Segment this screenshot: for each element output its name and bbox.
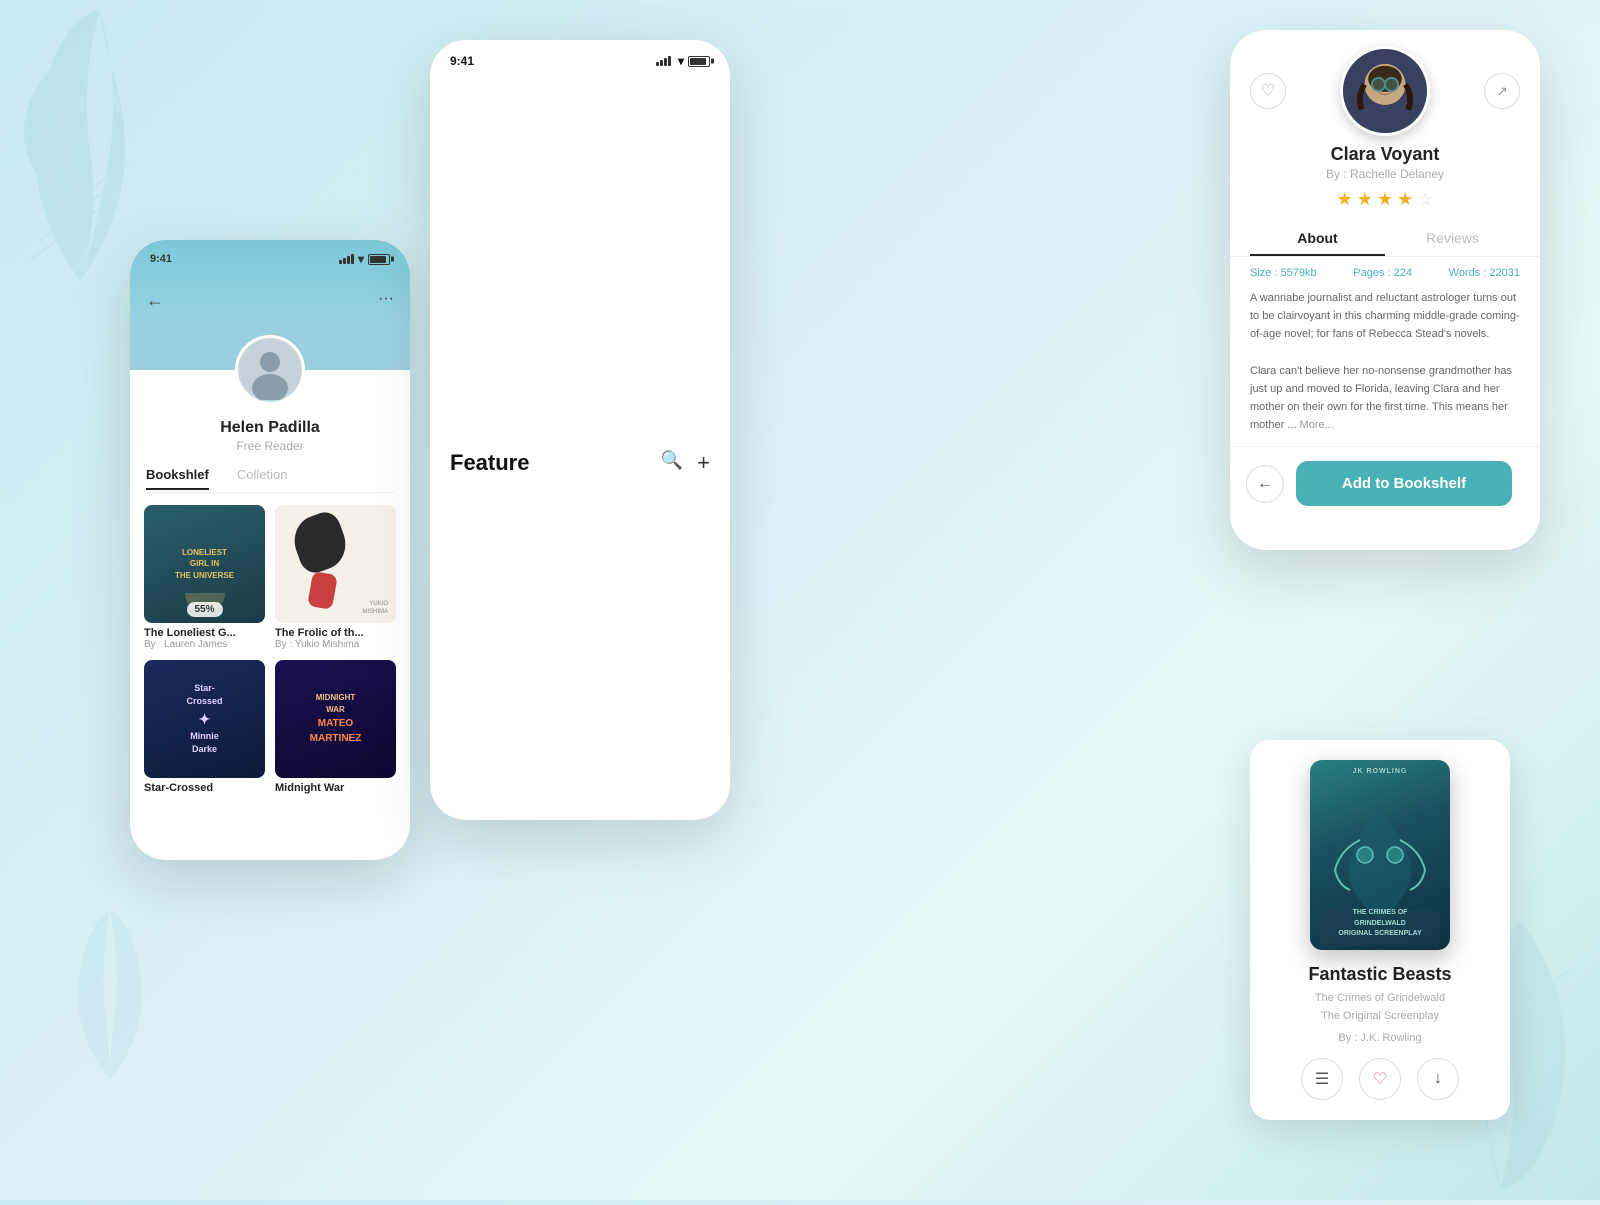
book-description: A wannabe journalist and reluctant astro… (1230, 289, 1540, 434)
phone-right: ♡ ↗ Clara Voyant By : Rachelle Dela (1230, 30, 1540, 550)
user-role: Free Reader (236, 439, 303, 453)
time-display-mid: 9:41 (450, 54, 474, 68)
book-detail-avatar (1340, 46, 1430, 136)
fantastic-title: Fantastic Beasts (1308, 964, 1451, 985)
star-1: ★ (1337, 189, 1353, 210)
feature-title: Feature (450, 450, 529, 476)
book-title-starcrossed: Star-Crossed (144, 782, 265, 794)
add-to-bookshelf-button[interactable]: Add to Bookshelf (1296, 461, 1512, 506)
book-title-loneliest: The Loneliest G... (144, 627, 265, 639)
book-author-frolic: By : Yukio Mishima (275, 639, 396, 650)
fantastic-subtitle: The Crimes of GrindelwaldThe Original Sc… (1315, 989, 1445, 1026)
book-card-frolic[interactable]: YUKIOMISHIMA The Frolic of th... By : Yu… (275, 505, 396, 650)
search-icon[interactable]: 🔍 (661, 450, 683, 476)
book-detail-name: Clara Voyant (1331, 144, 1440, 165)
book-title-frolic: The Frolic of th... (275, 627, 396, 639)
tab-bookshelf[interactable]: Bookshlef (146, 467, 209, 490)
status-icons: ▾ (339, 252, 390, 266)
leaf-decoration-bottom-left (50, 900, 170, 1100)
book-card-midnight[interactable]: MIDNIGHTWARMATEOMARTINEZ Midnight War (275, 660, 396, 794)
download-action-button[interactable]: ↓ (1417, 1058, 1459, 1100)
star-5: ☆ (1417, 189, 1433, 210)
add-icon[interactable]: + (697, 450, 710, 476)
tab-collection[interactable]: Colletion (237, 467, 288, 490)
book-author-loneliest: By : Lauren James (144, 639, 265, 650)
star-rating: ★ ★ ★ ★ ☆ (1337, 189, 1434, 210)
meta-pages: Pages : 224 (1353, 267, 1412, 279)
book-card-loneliest[interactable]: LONELIESTGIRL INTHE UNIVERSE 55% The Lon… (144, 505, 265, 650)
wishlist-button[interactable]: ♡ (1250, 73, 1286, 109)
phone-left: 9:41 ▾ ← (130, 240, 410, 860)
back-button-detail[interactable]: ← (1246, 465, 1284, 503)
phone-mid: 9:41 ▾ Feature 🔍 + (430, 40, 730, 820)
star-4: ★ (1397, 189, 1413, 210)
time-display: 9:41 (150, 253, 172, 265)
book-card-starcrossed[interactable]: Star-Crossed✦MinnieDarke Star-Crossed (144, 660, 265, 794)
user-name: Helen Padilla (220, 419, 320, 437)
star-3: ★ (1377, 189, 1393, 210)
back-button-left[interactable]: ← (146, 290, 164, 311)
book-detail-by: By : Rachelle Delaney (1326, 167, 1444, 181)
fantastic-beasts-card: JK ROWLING THE CRIMES OFGRINDELWALDORIGI… (1250, 740, 1510, 1120)
tab-reviews[interactable]: Reviews (1385, 222, 1520, 256)
list-action-button[interactable]: ☰ (1301, 1058, 1343, 1100)
book-title-midnight: Midnight War (275, 782, 396, 794)
fantastic-cover: JK ROWLING THE CRIMES OFGRINDELWALDORIGI… (1310, 760, 1450, 950)
fantastic-author: By : J.K. Rowling (1338, 1032, 1421, 1044)
heart-action-button[interactable]: ♡ (1359, 1058, 1401, 1100)
star-2: ★ (1357, 189, 1373, 210)
more-menu-button[interactable]: ··· (378, 290, 394, 311)
status-bar-mid: 9:41 ▾ (430, 40, 730, 76)
meta-size: Size : 5579kb (1250, 267, 1317, 279)
more-link[interactable]: More... (1300, 419, 1334, 431)
progress-badge-loneliest: 55% (186, 602, 222, 617)
tab-about[interactable]: About (1250, 222, 1385, 256)
meta-words: Words : 22031 (1449, 267, 1520, 279)
share-button[interactable]: ↗ (1484, 73, 1520, 109)
